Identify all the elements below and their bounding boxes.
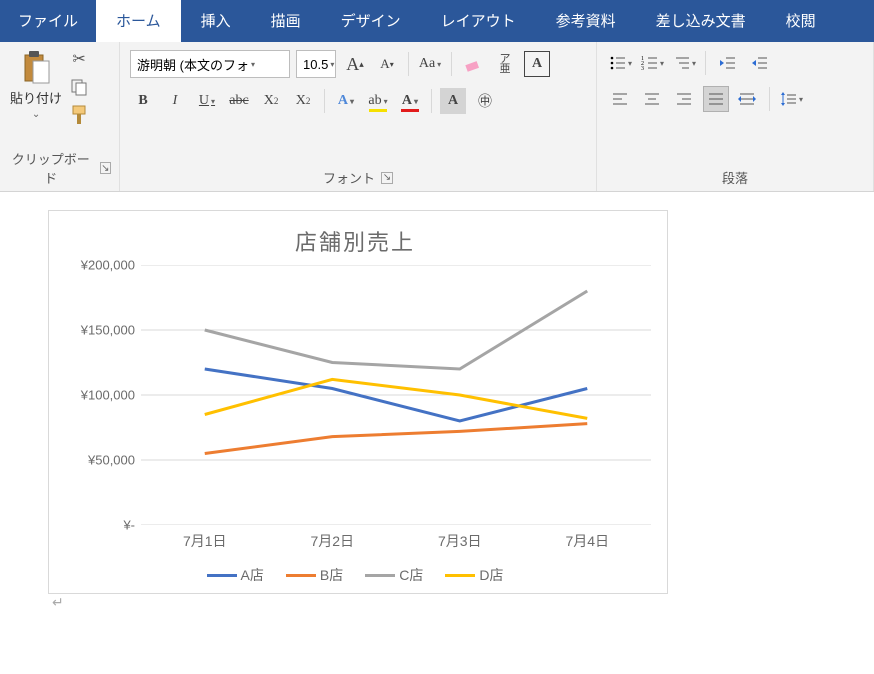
font-dialog-launcher-icon[interactable]: ↘: [381, 172, 393, 184]
font-size-input[interactable]: 10.5▾: [296, 50, 336, 78]
decrease-indent-icon[interactable]: [714, 50, 740, 76]
tab-references[interactable]: 参考資料: [536, 0, 636, 42]
series-D店: [205, 379, 588, 418]
tab-insert[interactable]: 挿入: [181, 0, 251, 42]
tab-layout[interactable]: レイアウト: [421, 0, 536, 42]
paragraph-group-label: 段落: [722, 168, 748, 187]
legend-label: C店: [399, 565, 423, 585]
y-tick-label: ¥150,000: [81, 323, 135, 338]
ribbon-tabs: ファイル ホーム 挿入 描画 デザイン レイアウト 参考資料 差し込み文書 校閲: [0, 0, 874, 42]
phonetic-guide-icon[interactable]: ア亜: [492, 51, 518, 77]
text-effects-icon[interactable]: A▾: [333, 88, 359, 114]
paragraph-mark-icon: ↵: [48, 594, 64, 610]
italic-button[interactable]: I: [162, 88, 188, 114]
legend-label: A店: [241, 565, 264, 585]
grow-font-icon[interactable]: A▴: [342, 51, 368, 77]
tab-review[interactable]: 校閲: [766, 0, 836, 42]
chart-object[interactable]: 店舗別売上 ¥-¥50,000¥100,000¥150,000¥200,000 …: [48, 210, 668, 594]
legend-label: D店: [479, 565, 503, 585]
font-name-input[interactable]: 游明朝 (本文のフォ▾: [130, 50, 290, 78]
paste-label[interactable]: 貼り付け: [10, 88, 62, 107]
char-shading-icon[interactable]: A: [440, 88, 466, 114]
strike-button[interactable]: abc: [226, 88, 252, 114]
x-tick-label: 7月1日: [141, 525, 269, 551]
legend-item: C店: [365, 565, 423, 585]
align-distribute-icon[interactable]: [735, 86, 761, 112]
tab-home[interactable]: ホーム: [96, 0, 181, 42]
clipboard-dialog-launcher-icon[interactable]: ↘: [100, 162, 111, 174]
align-right-icon[interactable]: [671, 86, 697, 112]
legend-swatch: [365, 574, 395, 577]
clipboard-group-label: クリップボード: [8, 149, 94, 187]
font-color-icon[interactable]: A▾: [397, 88, 423, 114]
y-tick-label: ¥-: [123, 518, 135, 533]
bold-button[interactable]: B: [130, 88, 156, 114]
group-paragraph: ▾ 123▾ ▾ ▾ 段落: [597, 42, 874, 191]
tab-mailmerge[interactable]: 差し込み文書: [636, 0, 766, 42]
bullets-icon[interactable]: ▾: [607, 50, 633, 76]
increase-indent-icon[interactable]: [746, 50, 772, 76]
tab-design[interactable]: デザイン: [321, 0, 421, 42]
paste-icon[interactable]: [19, 50, 53, 86]
group-font: 游明朝 (本文のフォ▾ 10.5▾ A▴ A▾ Aa▾ ア亜 A B I U▾ …: [120, 42, 597, 191]
legend-swatch: [207, 574, 237, 577]
char-border-icon[interactable]: A: [524, 51, 550, 77]
x-tick-label: 7月3日: [396, 525, 524, 551]
ribbon: 貼り付け ⌄ ✂ クリップボード ↘ 游明朝 (本文のフォ▾ 10.5▾ A▴ …: [0, 42, 874, 192]
x-tick-label: 7月2日: [269, 525, 397, 551]
chart-plot-area: [141, 265, 651, 525]
subscript-button[interactable]: X2: [258, 88, 284, 114]
series-B店: [205, 424, 588, 454]
y-tick-label: ¥50,000: [88, 453, 135, 468]
align-justify-icon[interactable]: [703, 86, 729, 112]
underline-button[interactable]: U▾: [194, 88, 220, 114]
svg-text:3: 3: [641, 66, 644, 72]
numbering-icon[interactable]: 123▾: [639, 50, 665, 76]
tab-draw[interactable]: 描画: [251, 0, 321, 42]
group-clipboard: 貼り付け ⌄ ✂ クリップボード ↘: [0, 42, 120, 191]
legend-item: A店: [207, 565, 264, 585]
x-tick-label: 7月4日: [524, 525, 652, 551]
highlight-icon[interactable]: ab▾: [365, 88, 391, 114]
line-spacing-icon[interactable]: ▾: [778, 86, 804, 112]
cut-icon[interactable]: ✂: [68, 48, 90, 70]
chart-x-axis: 7月1日7月2日7月3日7月4日: [59, 525, 651, 551]
font-group-label: フォント: [323, 168, 375, 187]
paste-dropdown-icon[interactable]: ⌄: [32, 109, 40, 120]
legend-label: B店: [320, 565, 343, 585]
legend-swatch: [286, 574, 316, 577]
align-center-icon[interactable]: [639, 86, 665, 112]
shrink-font-icon[interactable]: A▾: [374, 51, 400, 77]
legend-item: D店: [445, 565, 503, 585]
change-case-icon[interactable]: Aa▾: [417, 51, 443, 77]
clear-format-icon[interactable]: [460, 51, 486, 77]
enclose-char-icon[interactable]: ㊥: [472, 88, 498, 114]
chart-y-axis: ¥-¥50,000¥100,000¥150,000¥200,000: [59, 265, 141, 525]
y-tick-label: ¥100,000: [81, 388, 135, 403]
y-tick-label: ¥200,000: [81, 258, 135, 273]
multilevel-icon[interactable]: ▾: [671, 50, 697, 76]
format-painter-icon[interactable]: [68, 104, 90, 126]
legend-item: B店: [286, 565, 343, 585]
align-left-icon[interactable]: [607, 86, 633, 112]
chart-legend: A店 B店 C店 D店: [59, 551, 651, 585]
document-area: 店舗別売上 ¥-¥50,000¥100,000¥150,000¥200,000 …: [0, 192, 874, 612]
legend-swatch: [445, 574, 475, 577]
chart-title: 店舗別売上: [59, 219, 651, 265]
superscript-button[interactable]: X2: [290, 88, 316, 114]
copy-icon[interactable]: [68, 76, 90, 98]
tab-file[interactable]: ファイル: [0, 0, 96, 42]
